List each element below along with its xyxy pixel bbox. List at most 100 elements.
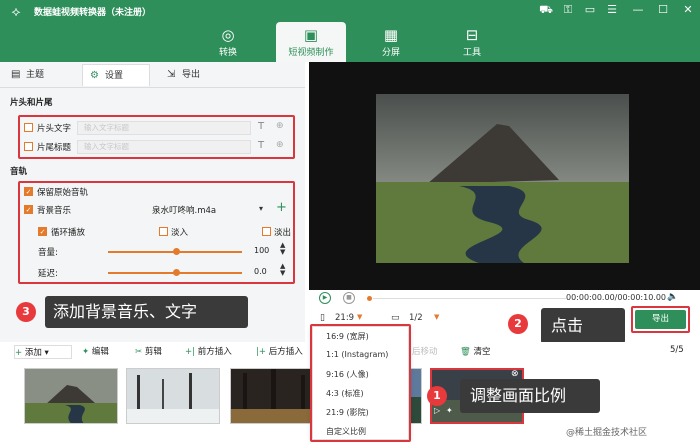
font-icon[interactable]: ⊕ [276, 121, 284, 131]
bg-music-label: 背景音乐 [37, 206, 72, 216]
clip-count: 5/5 [670, 345, 684, 355]
clip-thumbnail[interactable] [24, 368, 118, 424]
annotation-2-badge: 2 [508, 314, 528, 334]
tab-label: 分屏 [381, 48, 400, 58]
video-preview [309, 62, 700, 290]
ratio-option[interactable]: 4:3 (标准) [326, 388, 364, 399]
split-screen-icon: ▦ [383, 26, 399, 44]
fade-out-checkbox[interactable] [262, 227, 271, 236]
insert-after-label: 后方插入 [268, 347, 303, 357]
delay-slider-handle[interactable] [173, 269, 180, 276]
outro-label: 片尾标题 [37, 143, 72, 153]
annotation-1-badge: 1 [427, 386, 447, 406]
subtab-label: 导出 [182, 70, 201, 80]
ratio-option[interactable]: 21:9 (影院) [326, 407, 369, 418]
keep-original-checkbox[interactable]: ✓ [24, 187, 33, 196]
clip-thumbnail[interactable] [126, 368, 220, 424]
page-indicator[interactable]: 1/2 [409, 313, 423, 323]
subtab-export[interactable]: ⇲ 导出 [160, 64, 228, 86]
insert-icon: |+ [256, 347, 269, 357]
section-title-audio: 音轨 [10, 167, 28, 177]
clear-button[interactable]: 🗑 清空 [460, 345, 491, 357]
app-title: 数据蛙视频转换器（未注册） [34, 8, 152, 18]
short-video-icon: ▣ [303, 26, 319, 44]
scissors-icon: ✂ [135, 347, 145, 357]
insert-after-button[interactable]: |+ 后方插入 [256, 345, 303, 357]
stop-icon[interactable]: ■ [343, 292, 355, 304]
ratio-option[interactable]: 16:9 (宽屏) [326, 331, 369, 342]
bg-music-checkbox[interactable]: ✓ [24, 205, 33, 214]
aspect-ratio-select[interactable]: 21:9 [335, 313, 354, 323]
clip-image [127, 369, 219, 423]
section-title-intro: 片头和片尾 [10, 98, 53, 108]
maximize-icon[interactable]: ☐ [655, 2, 671, 18]
theme-icon: ▤ [11, 69, 21, 80]
insert-before-button[interactable]: +| 前方插入 [185, 345, 232, 357]
progress-track[interactable] [373, 298, 566, 299]
volume-value[interactable]: 100 [254, 246, 269, 255]
add-music-icon[interactable]: + [276, 200, 287, 215]
outro-text-input[interactable]: 输入文字标题 [77, 140, 251, 154]
effect-icon[interactable]: ✦ [446, 406, 453, 415]
add-button[interactable]: + 添加 ▾ [14, 345, 72, 359]
ratio-option[interactable]: 9:16 (人像) [326, 369, 369, 380]
tab-short-video[interactable]: ▣ 短视频制作 [276, 22, 346, 62]
minimize-icon[interactable]: — [630, 2, 646, 18]
tab-label: 转换 [218, 48, 237, 58]
cart-icon[interactable]: ⛟ [538, 2, 554, 18]
tab-tools[interactable]: ⊟ 工具 [437, 22, 507, 62]
tab-label: 工具 [462, 48, 481, 58]
font-icon[interactable]: ⊕ [276, 140, 284, 150]
annotation-3-badge: 3 [16, 302, 36, 322]
progress-handle[interactable] [367, 296, 372, 301]
chevron-down-icon[interactable]: ▼ [434, 313, 439, 321]
clear-label: 清空 [473, 347, 491, 357]
annotation-1-text: 调整画面比例 [460, 379, 600, 413]
close-icon[interactable]: ✕ [680, 2, 696, 18]
toolbox-icon: ⊟ [465, 26, 479, 44]
export-button[interactable]: 导出 [635, 310, 686, 329]
text-style-icon[interactable]: T [258, 140, 264, 151]
volume-stepper[interactable]: ▲ ▼ [280, 242, 285, 256]
outro-checkbox[interactable] [24, 142, 33, 151]
key-icon[interactable]: ⚿ [560, 2, 576, 18]
chevron-down-icon[interactable]: ▾ [259, 204, 263, 213]
preview-image [376, 94, 629, 263]
volume-slider-handle[interactable] [173, 248, 180, 255]
remove-clip-icon[interactable]: ⊗ [511, 369, 519, 379]
delay-value[interactable]: 0.0 [254, 267, 267, 276]
delay-stepper[interactable]: ▲ ▼ [280, 263, 285, 277]
intro-checkbox[interactable] [24, 123, 33, 132]
aspect-ratio-icon: ▯ [320, 313, 325, 323]
insert-icon: +| [185, 347, 198, 357]
cut-button[interactable]: ✂ 剪辑 [135, 345, 162, 357]
wand-icon: ✦ [82, 347, 92, 357]
trash-icon: 🗑 [460, 347, 474, 357]
play-clip-icon[interactable]: ▷ [434, 406, 440, 415]
edit-button[interactable]: ✦ 编辑 [82, 345, 109, 357]
edit-label: 编辑 [91, 347, 109, 357]
chevron-down-icon[interactable]: ▼ [357, 313, 362, 321]
ratio-option[interactable]: 1:1 (Instagram) [326, 350, 388, 359]
fade-in-checkbox[interactable] [159, 227, 168, 236]
tab-split-screen[interactable]: ▦ 分屏 [356, 22, 426, 62]
music-file-select[interactable]: 泉水叮咚响.m4a [152, 204, 272, 216]
insert-before-label: 前方插入 [197, 347, 232, 357]
move-back-button[interactable]: 后移动 [412, 345, 438, 357]
text-style-icon[interactable]: T [258, 121, 264, 132]
add-label: 添加 [24, 348, 42, 358]
watermark: @稀土掘金技术社区 [566, 428, 648, 438]
cut-label: 剪辑 [144, 347, 162, 357]
ratio-option[interactable]: 自定义比例 [326, 426, 366, 437]
tab-convert[interactable]: ◎ 转换 [193, 22, 263, 62]
volume-icon[interactable]: 🔈 [667, 292, 678, 302]
subtab-theme[interactable]: ▤ 主题 [4, 64, 76, 86]
intro-text-input[interactable]: 输入文字标题 [77, 121, 251, 135]
subtab-label: 主题 [26, 70, 45, 80]
loop-label: 循环播放 [51, 228, 86, 238]
menu-icon[interactable]: ☰ [604, 2, 620, 18]
loop-checkbox[interactable]: ✓ [38, 227, 47, 236]
message-icon[interactable]: ▭ [582, 2, 598, 18]
play-icon[interactable]: ▶ [319, 292, 331, 304]
subtab-settings[interactable]: ⚙ 设置 [82, 64, 150, 86]
